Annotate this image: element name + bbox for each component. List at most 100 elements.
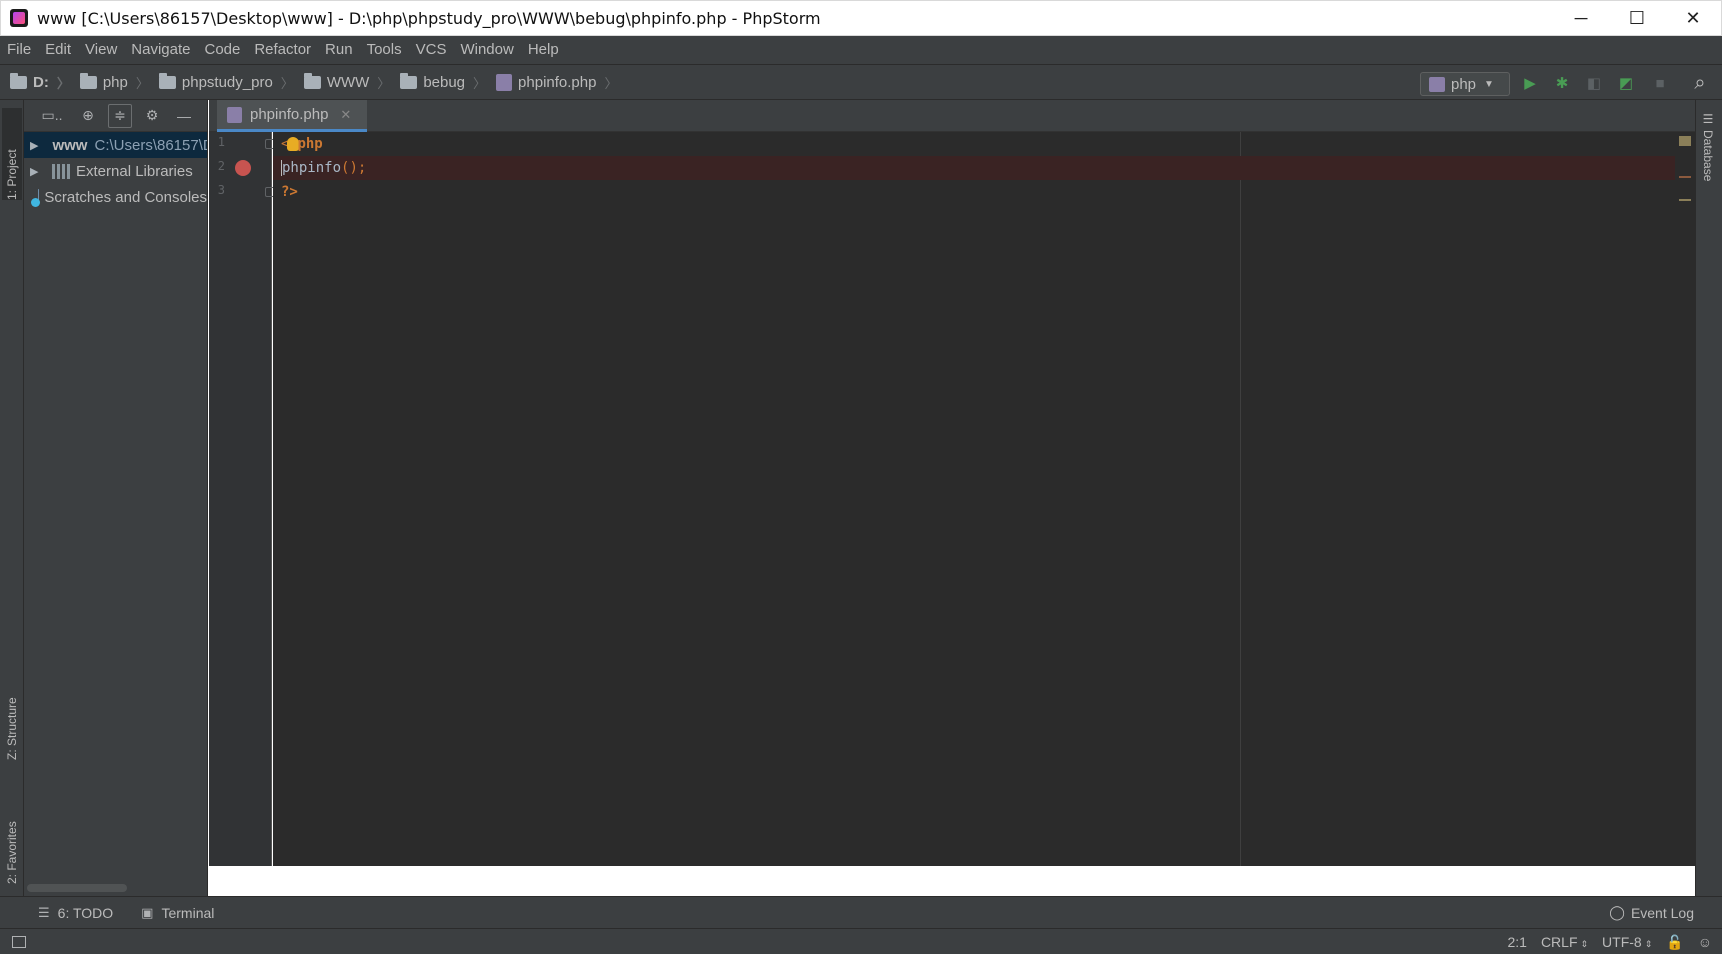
breakpoint-marker[interactable] bbox=[1679, 176, 1691, 178]
php-file-icon bbox=[227, 107, 242, 123]
bottom-tool-bar: ☰ 6: TODO ▣ Terminal ◯ Event Log bbox=[0, 896, 1722, 928]
inspection-status-icon[interactable] bbox=[1679, 136, 1691, 146]
tree-item-path: C:\Users\86157\Desktop\www bbox=[94, 137, 208, 154]
menu-edit[interactable]: Edit bbox=[38, 36, 78, 64]
close-window-button[interactable]: ✕ bbox=[1665, 1, 1721, 35]
collapse-all-icon[interactable]: ≑ bbox=[108, 104, 132, 128]
folder-icon bbox=[80, 76, 97, 89]
breadcrumb-drive[interactable]: D: 〉 bbox=[10, 73, 70, 92]
chevron-down-icon: ▼ bbox=[1484, 79, 1494, 90]
debug-icon[interactable]: ✱ bbox=[1552, 73, 1572, 93]
menu-vcs[interactable]: VCS bbox=[409, 36, 454, 64]
encoding-widget[interactable]: UTF-8⇕ bbox=[1602, 934, 1652, 950]
breadcrumb-label: php bbox=[103, 74, 128, 91]
event-log-tool-tab[interactable]: ◯ Event Log bbox=[1609, 904, 1694, 921]
run-configuration-selector[interactable]: php ▼ bbox=[1420, 72, 1510, 96]
search-everywhere-icon[interactable]: ⌕ bbox=[1690, 73, 1710, 93]
database-tool-tab[interactable]: ☰ Database bbox=[1701, 112, 1715, 181]
breakpoint-icon[interactable] bbox=[235, 160, 251, 176]
horizontal-scrollbar[interactable] bbox=[27, 884, 127, 892]
breadcrumb-separator: 〉 bbox=[473, 73, 486, 92]
project-tool-tab[interactable]: 1: Project bbox=[2, 108, 22, 200]
navigation-bar: D: 〉 php 〉 phpstudy_pro 〉 WWW 〉 bebug 〉 … bbox=[0, 64, 1722, 100]
code-line-2[interactable]: phpinfo(); bbox=[273, 156, 1695, 180]
menu-code[interactable]: Code bbox=[197, 36, 247, 64]
breadcrumb-www[interactable]: WWW 〉 bbox=[304, 73, 391, 92]
breadcrumb-separator: 〉 bbox=[136, 73, 149, 92]
close-tab-icon[interactable]: ✕ bbox=[340, 107, 351, 123]
view-selector-icon[interactable]: ▭.. bbox=[36, 104, 68, 128]
function-call-punctuation: (); bbox=[341, 160, 366, 176]
tree-item-external-libraries[interactable]: ▶ External Libraries bbox=[24, 158, 207, 184]
breadcrumb-label: bebug bbox=[423, 74, 465, 91]
breadcrumb-label: WWW bbox=[327, 74, 369, 91]
menu-run[interactable]: Run bbox=[318, 36, 360, 64]
php-config-icon bbox=[1429, 77, 1445, 92]
favorites-tool-tab[interactable]: 2: Favorites bbox=[2, 780, 22, 884]
todo-tool-tab[interactable]: ☰ 6: TODO bbox=[38, 905, 113, 921]
menu-bar: File Edit View Navigate Code Refactor Ru… bbox=[0, 36, 1722, 64]
left-tool-stripe: 1: Project Z: Structure 2: Favorites bbox=[0, 100, 24, 896]
editor-tab-bar: phpinfo.php ✕ bbox=[209, 100, 1695, 132]
php-file-icon bbox=[496, 74, 512, 91]
lock-icon[interactable]: 🔓 bbox=[1666, 934, 1683, 951]
gear-icon[interactable]: ⚙ bbox=[140, 104, 164, 128]
tree-item-www[interactable]: ▶ www C:\Users\86157\Desktop\www bbox=[24, 132, 207, 158]
breadcrumb-php[interactable]: php 〉 bbox=[80, 73, 149, 92]
hide-panel-icon[interactable]: — bbox=[172, 104, 196, 128]
breadcrumb-phpinfo[interactable]: phpinfo.php 〉 bbox=[496, 73, 617, 92]
minimize-button[interactable]: ─ bbox=[1553, 1, 1609, 35]
editor-gutter[interactable]: 1 2 3 bbox=[209, 132, 272, 866]
breadcrumb-separator: 〉 bbox=[57, 73, 70, 92]
terminal-tool-tab[interactable]: ▣ Terminal bbox=[141, 905, 214, 921]
profile-icon[interactable]: ◩ bbox=[1616, 73, 1636, 93]
project-toolbar: ▭.. ⊕ ≑ ⚙ — bbox=[24, 100, 207, 132]
speech-bubble-icon: ◯ bbox=[1609, 904, 1625, 921]
coverage-icon[interactable]: ◧ bbox=[1584, 73, 1604, 93]
run-configuration-label: php bbox=[1451, 76, 1476, 93]
tree-item-label: Scratches and Consoles bbox=[44, 189, 207, 206]
project-panel: ▭.. ⊕ ≑ ⚙ — ▶ www C:\Users\86157\Desktop… bbox=[24, 100, 208, 896]
status-bar: 2:1 CRLF⇕ UTF-8⇕ 🔓 ☺ bbox=[0, 928, 1722, 954]
tree-item-scratches[interactable]: Scratches and Consoles bbox=[24, 184, 207, 210]
code-line-1[interactable]: <php bbox=[273, 132, 1695, 156]
caret-position[interactable]: 2:1 bbox=[1507, 934, 1526, 950]
menu-tools[interactable]: Tools bbox=[360, 36, 409, 64]
error-stripe[interactable] bbox=[1675, 132, 1695, 866]
tab-phpinfo-php[interactable]: phpinfo.php ✕ bbox=[217, 100, 367, 132]
menu-view[interactable]: View bbox=[78, 36, 124, 64]
breadcrumb-label: phpstudy_pro bbox=[182, 74, 273, 91]
menu-navigate[interactable]: Navigate bbox=[124, 36, 197, 64]
menu-refactor[interactable]: Refactor bbox=[247, 36, 318, 64]
code-editor[interactable]: <php phpinfo(); ?> bbox=[273, 132, 1695, 866]
folder-icon bbox=[10, 76, 27, 89]
line-number: 3 bbox=[209, 183, 225, 197]
menu-file[interactable]: File bbox=[0, 36, 38, 64]
tool-windows-toggle-icon[interactable] bbox=[12, 936, 26, 948]
todo-label: 6: TODO bbox=[58, 905, 114, 921]
breadcrumb-phpstudy-pro[interactable]: phpstudy_pro 〉 bbox=[159, 73, 294, 92]
breadcrumb-bebug[interactable]: bebug 〉 bbox=[400, 73, 486, 92]
expand-arrow-icon[interactable]: ▶ bbox=[30, 139, 38, 152]
breadcrumb-separator: 〉 bbox=[377, 73, 390, 92]
favorites-tool-label: 2: Favorites bbox=[5, 821, 19, 884]
up-down-arrows-icon: ⇕ bbox=[1645, 939, 1653, 949]
database-tool-label: Database bbox=[1701, 130, 1715, 181]
locate-icon[interactable]: ⊕ bbox=[76, 104, 100, 128]
library-icon bbox=[52, 164, 70, 179]
maximize-button[interactable]: ☐ bbox=[1609, 1, 1665, 35]
event-log-label: Event Log bbox=[1631, 905, 1694, 921]
stop-icon[interactable]: ■ bbox=[1650, 73, 1670, 93]
project-tool-label: 1: Project bbox=[5, 149, 19, 200]
function-call: phpinfo bbox=[282, 160, 341, 176]
structure-tool-tab[interactable]: Z: Structure bbox=[2, 660, 22, 760]
expand-arrow-icon[interactable]: ▶ bbox=[30, 165, 44, 178]
warning-marker[interactable] bbox=[1679, 199, 1691, 201]
line-separator-widget[interactable]: CRLF⇕ bbox=[1541, 934, 1588, 950]
menu-window[interactable]: Window bbox=[453, 36, 520, 64]
run-icon[interactable]: ▶ bbox=[1520, 73, 1540, 93]
list-icon: ☰ bbox=[38, 905, 50, 921]
code-line-3[interactable]: ?> bbox=[273, 180, 1695, 204]
hector-icon[interactable]: ☺ bbox=[1698, 934, 1712, 950]
menu-help[interactable]: Help bbox=[521, 36, 566, 64]
